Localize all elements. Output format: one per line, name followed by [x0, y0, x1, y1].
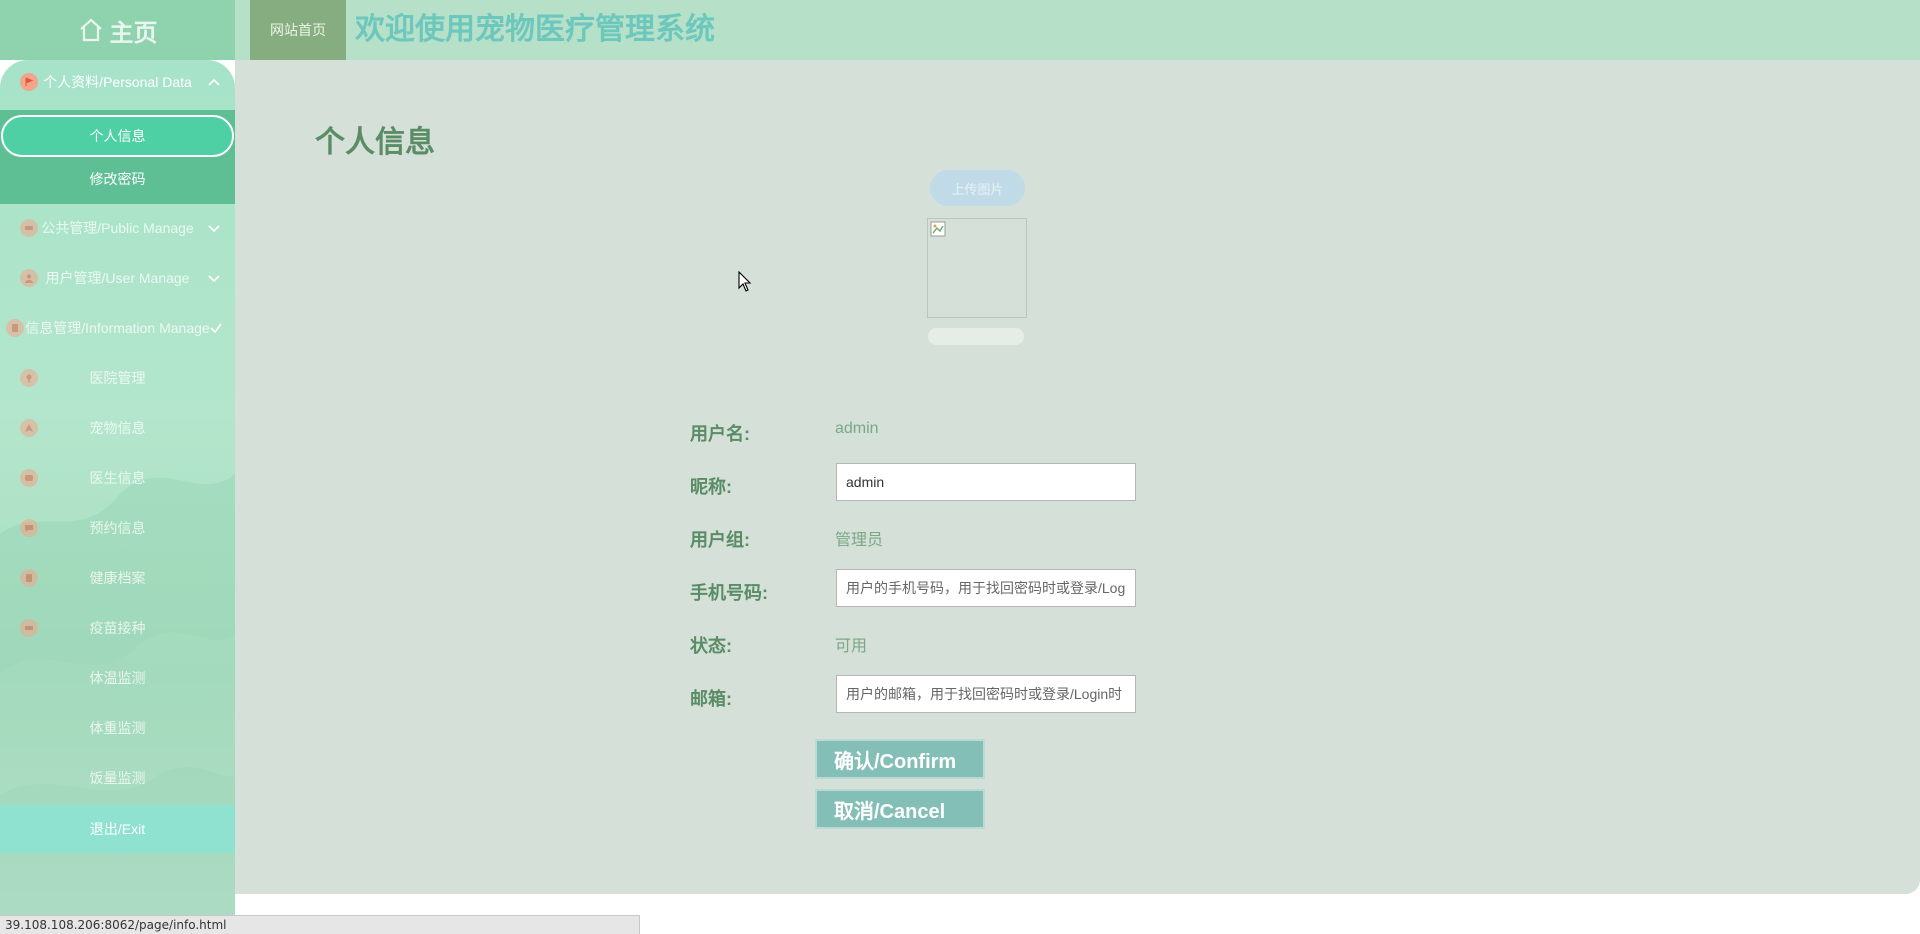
sidebar-group-label: 用户管理/User Manage: [45, 270, 190, 286]
sidebar-item-label: 医院管理: [89, 370, 146, 386]
page-title: 个人信息: [315, 126, 435, 159]
email-input[interactable]: [836, 675, 1136, 713]
sidebar-group-label: 信息管理/Information Manage: [25, 320, 210, 336]
sidebar-group-public-manage[interactable]: 公共管理/Public Manage: [0, 206, 235, 250]
sidebar-item-food-intake[interactable]: 饭量监测: [0, 756, 235, 800]
main-panel: 个人信息 上传图片 用户名: admin 昵称: 用户组: 管理员 手机号码: …: [235, 60, 1920, 894]
sidebar: 个人资料/Personal Data 个人信息 修改密码 公共管理/Public…: [0, 60, 235, 934]
document-icon: [20, 569, 38, 587]
sidebar-item-label: 体温监测: [89, 670, 146, 686]
sidebar-group-label: 公共管理/Public Manage: [41, 220, 194, 236]
upload-image-button[interactable]: 上传图片: [930, 170, 1025, 206]
username-value: admin: [835, 420, 879, 437]
nickname-input[interactable]: [836, 463, 1136, 501]
status-bar-url: 39.108.108.206:8062/page/info.html: [0, 915, 640, 934]
sidebar-item-vaccination[interactable]: 疫苗接种: [0, 606, 235, 650]
sidebar-item-personal-info[interactable]: 个人信息: [1, 115, 234, 157]
confirm-button[interactable]: 确认/Confirm: [815, 739, 985, 779]
sidebar-item-label: 体重监测: [89, 720, 146, 736]
home-label: 主页: [109, 19, 158, 47]
sidebar-item-label: 疫苗接种: [89, 620, 146, 636]
pin-icon: [20, 369, 38, 387]
sidebar-group-user-manage[interactable]: 用户管理/User Manage: [0, 256, 235, 300]
sidebar-item-label: 预约信息: [89, 520, 146, 536]
broken-image-icon: [930, 221, 946, 237]
email-label: 邮箱:: [690, 689, 732, 709]
phone-label: 手机号码:: [690, 583, 768, 603]
flag-icon: [20, 73, 38, 91]
sidebar-item-label: 医生信息: [89, 470, 146, 486]
top-header: 主页 网站首页 欢迎使用宠物医疗管理系统: [0, 0, 1920, 60]
sidebar-item-health-record[interactable]: 健康档案: [0, 556, 235, 600]
chevron-up-icon: [208, 78, 220, 86]
cancel-button[interactable]: 取消/Cancel: [815, 789, 985, 829]
car-icon: [20, 219, 38, 237]
sidebar-item-change-password[interactable]: 修改密码: [0, 158, 235, 200]
sidebar-item-temperature[interactable]: 体温监测: [0, 656, 235, 700]
message-icon: [20, 519, 38, 537]
usergroup-value: 管理员: [835, 532, 884, 549]
sidebar-item-hospital[interactable]: 医院管理: [0, 356, 235, 400]
sidebar-group-information-manage[interactable]: 信息管理/Information Manage: [0, 306, 235, 350]
status-label: 状态:: [690, 636, 732, 656]
book-icon: [6, 319, 24, 337]
ticket-icon: [20, 619, 38, 637]
username-label: 用户名:: [690, 424, 750, 444]
site-home-button[interactable]: 网站首页: [250, 0, 346, 60]
avatar-caption-bar: [928, 328, 1024, 345]
phone-input[interactable]: [836, 569, 1136, 607]
home-icon: [79, 18, 102, 42]
chat-icon: [20, 469, 38, 487]
site-title: 欢迎使用宠物医疗管理系统: [355, 13, 715, 46]
chevron-down-icon: [208, 275, 220, 283]
usergroup-label: 用户组:: [690, 530, 750, 550]
user-icon: [20, 269, 38, 287]
mouse-cursor-icon: [738, 271, 752, 292]
avatar-image: [927, 218, 1027, 318]
sidebar-item-label: 宠物信息: [89, 420, 146, 436]
sidebar-item-label: 饭量监测: [89, 770, 146, 786]
sidebar-item-doctor-info[interactable]: 医生信息: [0, 456, 235, 500]
check-icon: [210, 323, 222, 334]
sidebar-group-personal-data[interactable]: 个人资料/Personal Data: [0, 60, 235, 104]
sidebar-group-label: 个人资料/Personal Data: [43, 74, 192, 90]
chevron-down-icon: [208, 225, 220, 233]
sidebar-item-weight[interactable]: 体重监测: [0, 706, 235, 750]
home-button[interactable]: 主页: [0, 0, 235, 60]
nickname-label: 昵称:: [690, 477, 732, 497]
sidebar-item-pet-info[interactable]: 宠物信息: [0, 406, 235, 450]
exit-button[interactable]: 退出/Exit: [0, 805, 235, 853]
sidebar-item-appointment[interactable]: 预约信息: [0, 506, 235, 550]
navigation-icon: [20, 419, 38, 437]
sidebar-item-label: 健康档案: [89, 570, 146, 586]
status-value: 可用: [835, 638, 868, 655]
